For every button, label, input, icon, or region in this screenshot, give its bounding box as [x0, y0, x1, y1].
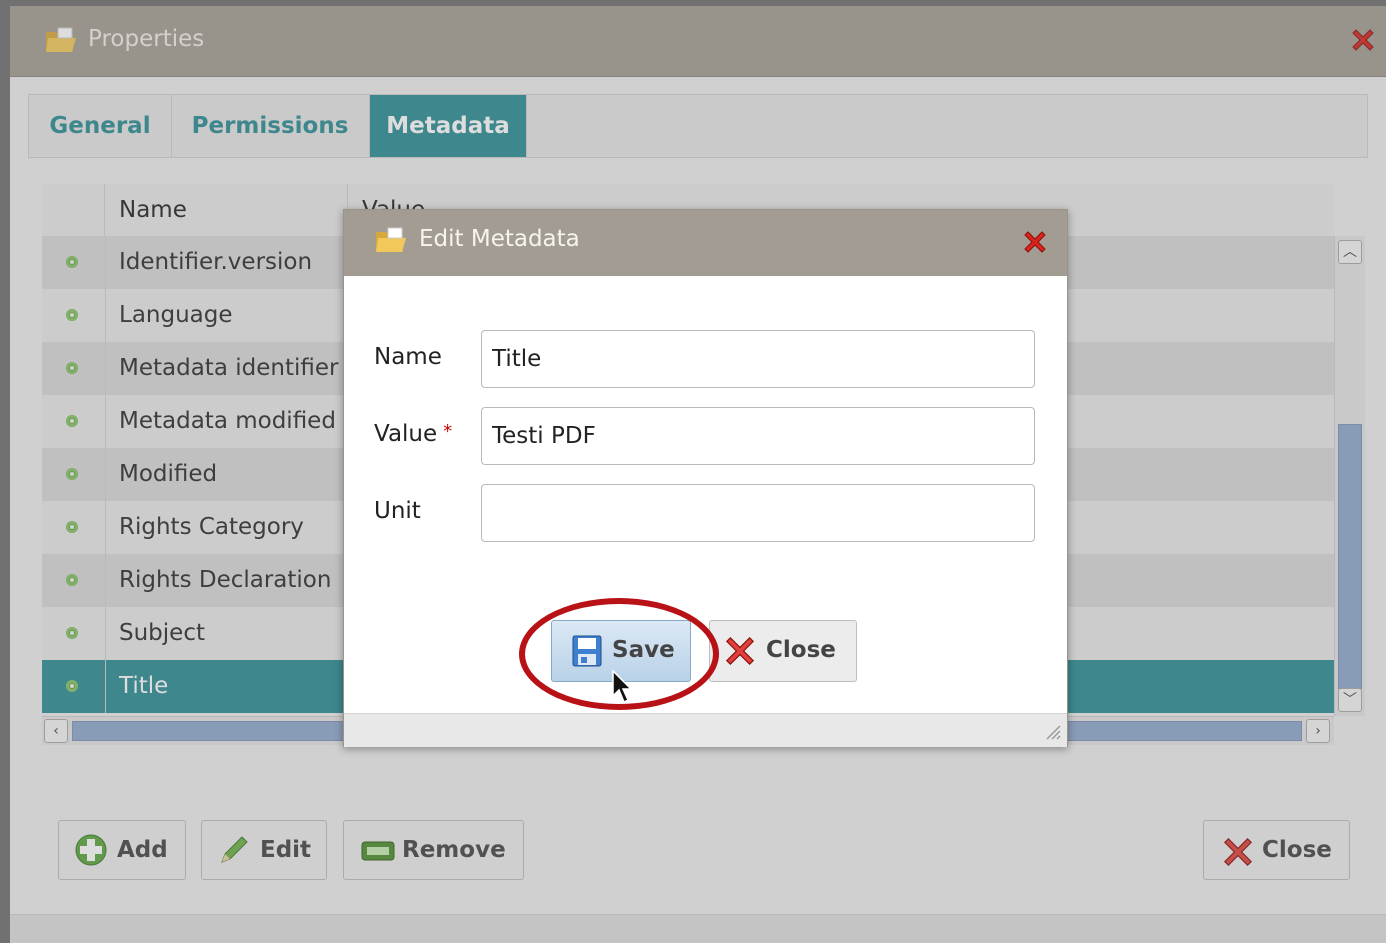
value-field[interactable] — [481, 407, 1035, 465]
close-x-icon — [722, 633, 758, 675]
dialog-footer — [344, 713, 1067, 747]
resize-grip-icon[interactable] — [1043, 722, 1061, 744]
mouse-pointer-icon — [612, 669, 634, 708]
dialog-title-bar[interactable]: Edit Metadata — [344, 210, 1067, 276]
floppy-disk-icon — [572, 635, 602, 673]
value-label: Value * — [374, 421, 453, 447]
required-asterisk: * — [443, 421, 453, 442]
unit-field[interactable] — [481, 484, 1035, 542]
dialog-close-button[interactable]: Close — [709, 620, 857, 682]
name-label: Name — [374, 344, 442, 370]
folder-icon — [374, 226, 408, 258]
name-field[interactable] — [481, 330, 1035, 388]
dialog-title: Edit Metadata — [419, 226, 580, 252]
unit-label: Unit — [374, 498, 421, 524]
edit-metadata-dialog: Edit Metadata Name Value* Unit Save — [343, 209, 1068, 747]
close-icon[interactable] — [1020, 227, 1050, 261]
